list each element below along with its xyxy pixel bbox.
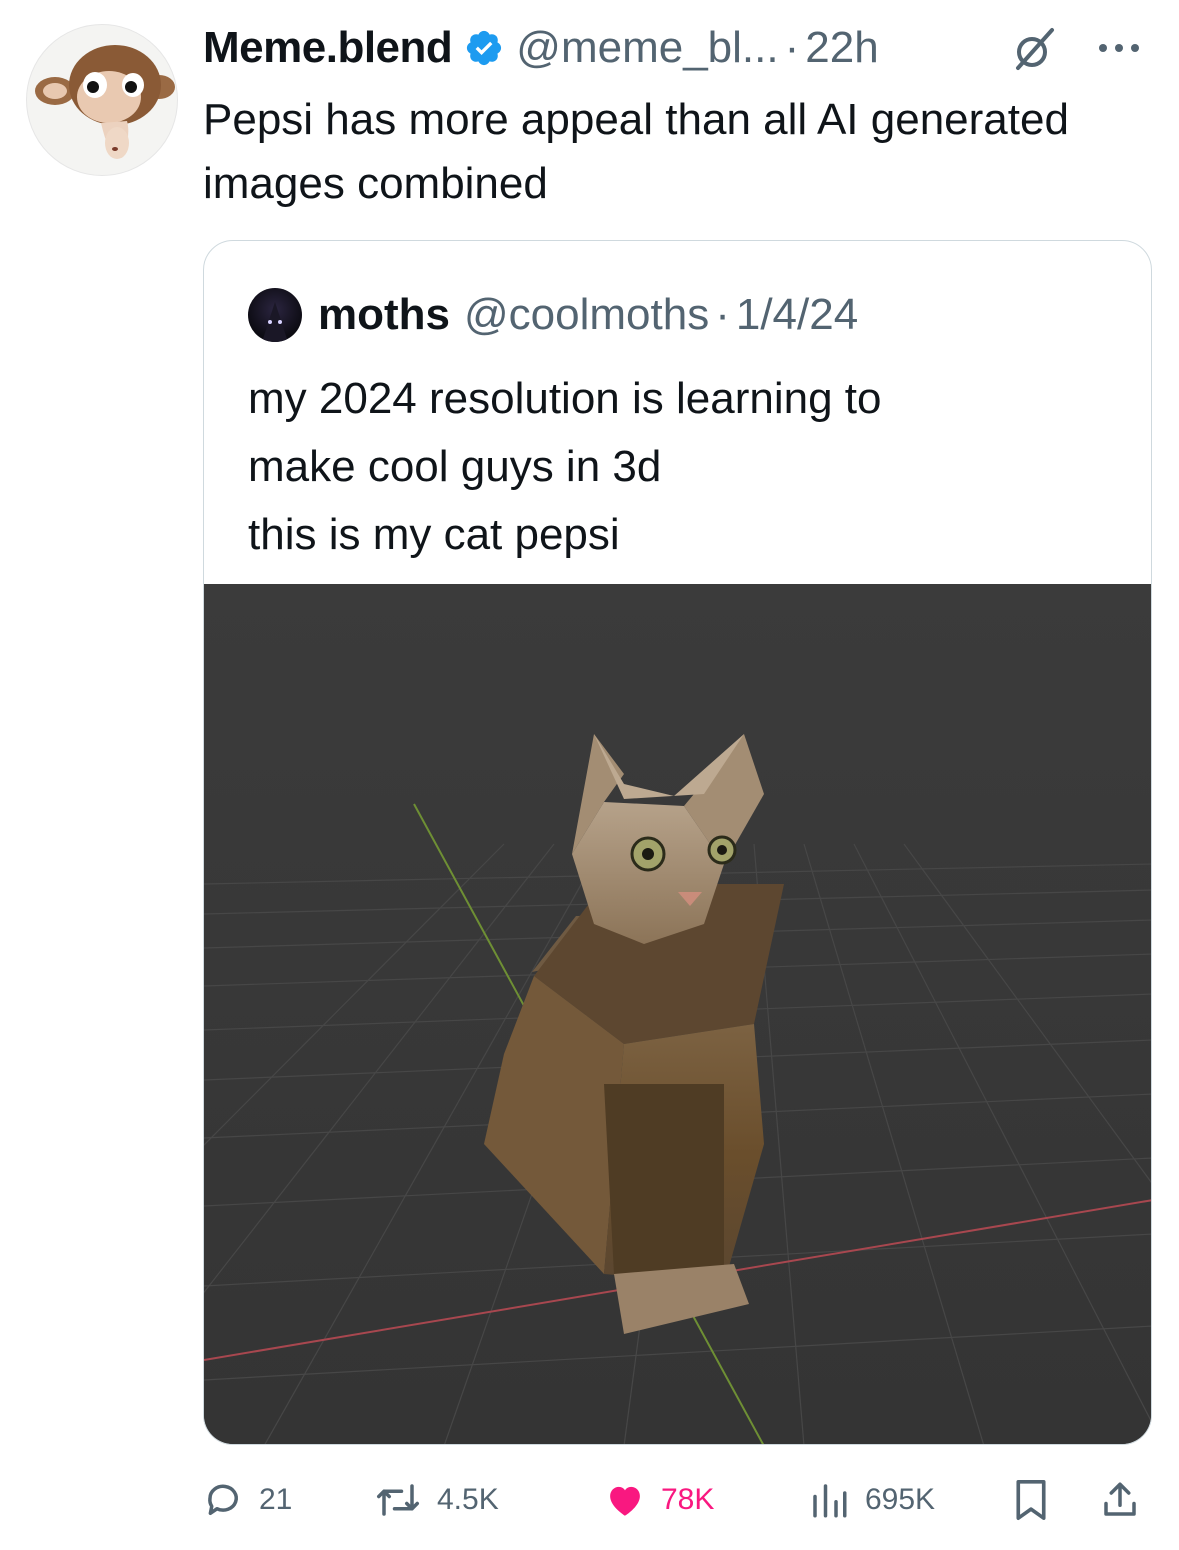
monkey-avatar-image	[35, 45, 175, 159]
repost-button[interactable]: 4.5K	[373, 1470, 499, 1530]
quoted-text-line: make cool guys in 3d	[248, 442, 662, 491]
share-icon	[1104, 1482, 1136, 1516]
like-icon	[610, 1486, 640, 1516]
quoted-separator-dot: ·	[715, 290, 730, 339]
views-icon	[813, 1484, 847, 1518]
tweet-text: Pepsi has more appeal than all AI genera…	[203, 95, 1069, 208]
viewport-scene	[204, 584, 1151, 1444]
reply-icon	[208, 1484, 238, 1516]
quoted-avatar	[248, 288, 302, 342]
quoted-handle: @coolmoths	[464, 290, 710, 339]
blender-cat-render-image[interactable]	[204, 584, 1151, 1444]
handle[interactable]: @meme_bl...	[516, 23, 778, 73]
reply-button[interactable]: 21	[203, 1470, 292, 1530]
like-count: 78K	[661, 1483, 715, 1516]
verified-badge-icon	[467, 30, 502, 66]
more-icon[interactable]	[1096, 40, 1142, 56]
share-button[interactable]	[1099, 1470, 1141, 1530]
bookmark-icon	[1016, 1480, 1046, 1520]
repost-count: 4.5K	[437, 1483, 499, 1516]
quoted-tweet[interactable]: moths @coolmoths · 1/4/24 my 2024 resolu…	[203, 240, 1152, 1445]
quoted-text-line: my 2024 resolution is learning to	[248, 374, 882, 423]
display-name[interactable]: Meme.blend	[203, 23, 453, 73]
timestamp[interactable]: 22h	[805, 23, 878, 73]
tweet-actions: 21 4.5K 78K 695K	[203, 1470, 1163, 1530]
tweet-header: Meme.blend @meme_bl... · 22h	[203, 16, 879, 80]
bookmark-button[interactable]	[1011, 1470, 1051, 1530]
views-button[interactable]: 695K	[807, 1470, 935, 1530]
quoted-tweet-text: my 2024 resolution is learning to make c…	[248, 365, 1108, 569]
moth-avatar-image	[262, 302, 288, 342]
separator-dot: ·	[784, 23, 800, 72]
profile-avatar[interactable]	[26, 24, 178, 176]
quoted-text-line: this is my cat pepsi	[248, 510, 620, 559]
grok-icon[interactable]	[1012, 26, 1058, 72]
quoted-tweet-header: moths @coolmoths · 1/4/24	[248, 288, 859, 342]
quoted-date: 1/4/24	[735, 290, 859, 339]
view-count: 695K	[865, 1483, 936, 1516]
repost-icon	[377, 1484, 419, 1516]
like-button[interactable]: 78K	[603, 1470, 714, 1530]
reply-count: 21	[259, 1483, 293, 1516]
quoted-display-name: moths	[318, 290, 450, 339]
